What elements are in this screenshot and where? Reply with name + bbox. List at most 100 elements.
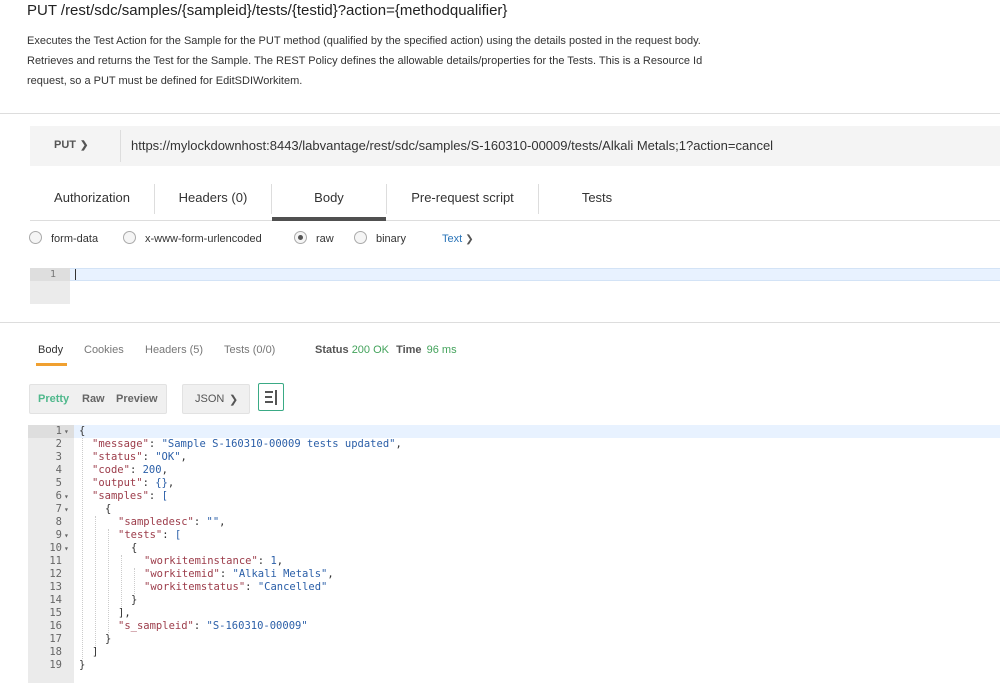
tab-tests[interactable]: Tests	[539, 182, 655, 220]
status-value: 200 OK	[351, 344, 389, 356]
line-number: 9	[55, 529, 62, 541]
response-status: Status 200 OK Time 96 ms	[315, 342, 457, 358]
line-number: 15	[49, 607, 62, 619]
code-text: "status": "OK",	[92, 451, 187, 463]
divider	[120, 130, 121, 162]
tab-body[interactable]: Body	[272, 182, 386, 221]
request-url-bar: PUT ❯ https://mylockdownhost:8443/labvant…	[30, 126, 1000, 166]
response-tab-body[interactable]: Body	[35, 342, 68, 366]
divider	[0, 322, 1000, 323]
line-number: 14	[49, 594, 62, 606]
fold-toggle-icon[interactable]: ▾	[64, 529, 69, 542]
body-mode-binary[interactable]: binary	[354, 230, 406, 248]
code-line: 3 "status": "OK",	[28, 451, 1000, 464]
json-value: "S-160310-00009"	[206, 620, 308, 632]
fold-toggle-icon[interactable]: ▾	[64, 425, 69, 438]
line-number: 18	[49, 646, 62, 658]
code-line: 4 "code": 200,	[28, 464, 1000, 477]
code-line: 9 ▾ "tests": [	[28, 529, 1000, 542]
json-key: "message"	[92, 438, 149, 450]
line-number: 19	[49, 659, 62, 671]
line-number: 17	[49, 633, 62, 645]
url-input[interactable]: https://mylockdownhost:8443/labvantage/r…	[131, 138, 773, 153]
radio-icon[interactable]	[123, 231, 136, 244]
body-mode-form-data[interactable]: form-data	[29, 230, 98, 248]
json-key: "status"	[92, 451, 143, 463]
response-body-viewer[interactable]: 1 ▾ {2 "message": "Sample S-160310-00009 te…	[28, 425, 1000, 683]
indent-guide	[134, 568, 135, 594]
status-label: Status	[315, 344, 349, 356]
description-line: request, so a PUT must be defined for Ed…	[27, 75, 303, 87]
language-select[interactable]: JSON ❯	[182, 384, 250, 414]
response-tab-headers[interactable]: Headers (5)	[145, 342, 203, 358]
text-cursor	[75, 269, 76, 280]
code-line: 2 "message": "Sample S-160310-00009 tests…	[28, 438, 1000, 451]
request-body-editor[interactable]: 1	[30, 268, 1000, 304]
code-text: ]	[92, 646, 99, 658]
code-text: {	[105, 503, 112, 515]
tab-pre-request-script[interactable]: Pre-request script	[387, 182, 538, 220]
line-number: 4	[55, 464, 62, 476]
line-number: 2	[55, 438, 62, 450]
line-number: 1	[30, 268, 70, 281]
request-tabs: Authorization Headers (0) Body Pre-reque…	[30, 182, 1000, 221]
line-number: 10	[49, 542, 62, 554]
page-title: PUT /rest/sdc/samples/{sampleid}/tests/{…	[27, 2, 508, 19]
body-mode-raw[interactable]: raw	[294, 230, 334, 248]
radio-selected-icon[interactable]	[294, 231, 307, 244]
json-key: "samples"	[92, 490, 149, 502]
json-value: [	[161, 490, 168, 502]
format-toggle-group: Pretty Raw Preview	[29, 384, 167, 414]
response-tab-cookies[interactable]: Cookies	[84, 342, 124, 358]
radio-icon[interactable]	[29, 231, 42, 244]
wrap-lines-icon-bar	[275, 390, 277, 405]
json-key: "workitemstatus"	[144, 581, 246, 593]
code-line: 8 "sampledesc": "",	[28, 516, 1000, 529]
chevron-down-icon: ❯	[80, 140, 89, 151]
code-line: 15],	[28, 607, 1000, 620]
chevron-down-icon: ❯	[465, 234, 474, 245]
line-number: 8	[55, 516, 62, 528]
format-preview-button[interactable]: Preview	[116, 393, 158, 405]
code-text: "workitemstatus": "Cancelled"	[144, 581, 328, 593]
wrap-lines-button[interactable]	[258, 383, 284, 411]
time-value: 96 ms	[426, 344, 457, 356]
json-value: ""	[206, 516, 220, 528]
code-text: }	[105, 633, 112, 645]
code-text: }	[79, 659, 86, 671]
format-raw-button[interactable]: Raw	[82, 393, 105, 405]
radio-icon[interactable]	[354, 231, 367, 244]
code-text: {	[79, 425, 86, 437]
fold-toggle-icon[interactable]: ▾	[64, 542, 69, 555]
format-pretty-button[interactable]: Pretty	[38, 393, 69, 405]
response-tab-tests[interactable]: Tests (0/0)	[224, 342, 275, 358]
time-label: Time	[396, 344, 422, 356]
json-key: "tests"	[118, 529, 163, 541]
indent-guide	[82, 438, 83, 659]
code-line: 7 ▾ {	[28, 503, 1000, 516]
code-text: "sampledesc": "",	[118, 516, 226, 528]
code-text: "samples": [	[92, 490, 168, 502]
content-type-select[interactable]: Text ❯	[442, 230, 474, 249]
tab-authorization[interactable]: Authorization	[30, 182, 154, 220]
method-select[interactable]: PUT ❯	[54, 139, 88, 151]
body-mode-label: raw	[316, 233, 334, 245]
tab-headers[interactable]: Headers (0)	[155, 182, 271, 220]
line-number: 6	[55, 490, 62, 502]
content-type-label: Text	[442, 233, 463, 245]
json-key: "workiteminstance"	[144, 555, 258, 567]
fold-toggle-icon[interactable]: ▾	[64, 503, 69, 516]
code-line: 18]	[28, 646, 1000, 659]
code-line: 6 ▾ "samples": [	[28, 490, 1000, 503]
code-text: }	[131, 594, 138, 606]
active-line[interactable]	[70, 268, 1000, 281]
fold-toggle-icon[interactable]: ▾	[64, 490, 69, 503]
body-mode-urlencoded[interactable]: x-www-form-urlencoded	[123, 230, 262, 248]
line-number: 11	[49, 555, 62, 567]
code-text: "code": 200,	[92, 464, 168, 476]
line-number: 3	[55, 451, 62, 463]
line-number: 5	[55, 477, 62, 489]
code-text: {	[131, 542, 138, 554]
indent-guide	[95, 516, 96, 646]
language-label: JSON	[195, 393, 225, 405]
